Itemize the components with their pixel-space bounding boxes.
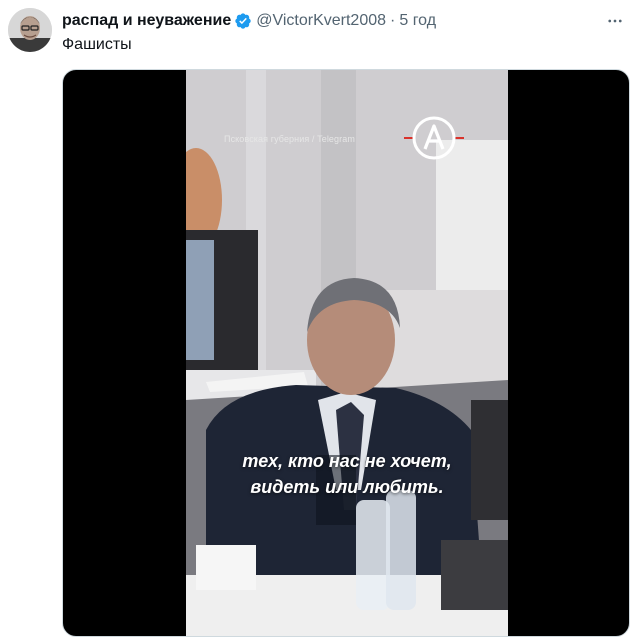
separator-dot: · bbox=[390, 12, 396, 29]
video-subtitle: тех, кто нас не хочет, видеть или любить… bbox=[186, 448, 508, 500]
video-watermark: Псковская губерния / Telegram bbox=[224, 134, 355, 144]
tweet-header: распад и неуважение @VictorKvert2008 · 5… bbox=[62, 9, 626, 33]
video-frame[interactable]: Псковская губерния / Telegram тех, кто н… bbox=[186, 70, 508, 636]
tweet-text: Фашисты bbox=[62, 36, 132, 53]
verified-badge-icon bbox=[235, 13, 251, 29]
letter-a-logo bbox=[404, 116, 464, 160]
avatar-photo bbox=[8, 8, 52, 52]
author-display-name[interactable]: распад и неуважение bbox=[62, 10, 231, 32]
subtitle-line: тех, кто нас не хочет, bbox=[242, 451, 452, 471]
video-player[interactable]: Псковская губерния / Telegram тех, кто н… bbox=[62, 69, 630, 637]
subtitle-line: видеть или любить. bbox=[250, 477, 444, 497]
tweet-timestamp[interactable]: 5 год bbox=[399, 10, 436, 32]
tweet[interactable]: распад и неуважение @VictorKvert2008 · 5… bbox=[0, 0, 636, 644]
author-avatar[interactable] bbox=[8, 8, 52, 52]
author-handle[interactable]: @VictorKvert2008 bbox=[256, 10, 386, 32]
more-horizontal-icon[interactable] bbox=[604, 10, 626, 32]
